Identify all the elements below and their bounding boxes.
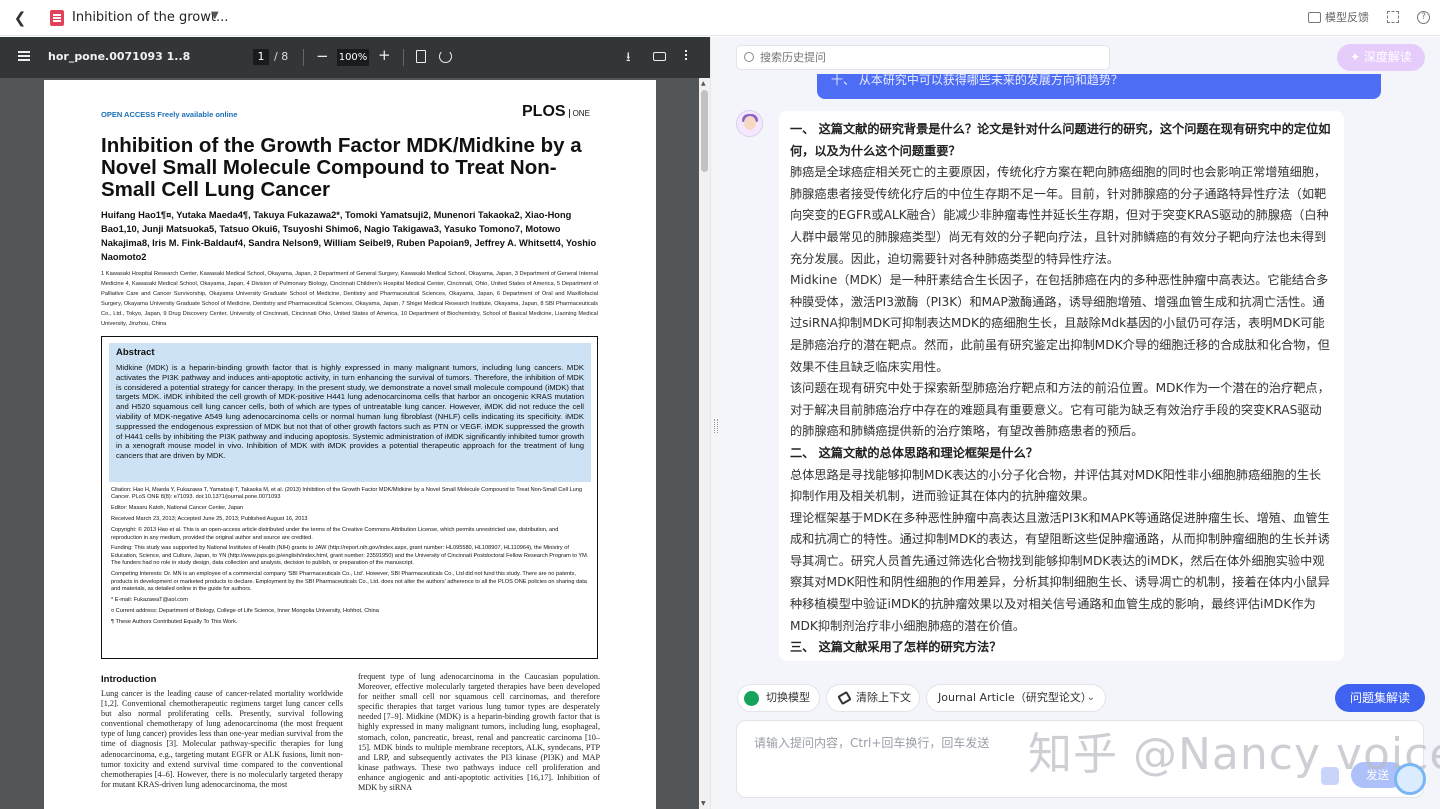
clear-context-button[interactable]: 清除上下文	[826, 684, 920, 712]
journal-logo: PLOS ONE	[522, 103, 590, 121]
scrollbar-thumb[interactable]	[701, 90, 708, 172]
feedback-label: 模型反馈	[1325, 11, 1369, 24]
funding-text: Funding: This study was supported by Nat…	[111, 545, 589, 567]
answer-paragraph: 理论框架基于MDK在多种恶性肿瘤中高表达且激活PI3K和MAPK等通路促进肿瘤生…	[790, 510, 1330, 633]
answer-heading: 二、 这篇文献的总体思路和理论框架是什么？	[790, 445, 1038, 460]
deep-analysis-button[interactable]: ✦ 深度解读	[1337, 44, 1425, 71]
menu-icon[interactable]	[18, 51, 30, 53]
more-options-icon[interactable]	[685, 50, 687, 52]
zoom-level-input[interactable]: 100%	[337, 49, 369, 66]
email-text: * E-mail: FukazawaT@aol.com	[111, 596, 188, 603]
page-number-input[interactable]: 1	[253, 49, 269, 65]
copyright-text: Copyright: © 2013 Hao et al. This is an …	[111, 527, 559, 541]
introduction-column-right: frequent type of lung adenocarcinoma in …	[358, 672, 600, 793]
assistant-avatar	[736, 110, 763, 137]
question-set-button[interactable]: 问题集解读	[1335, 684, 1425, 712]
model-switch-icon	[744, 691, 759, 706]
switch-model-label: 切换模型	[766, 691, 810, 704]
search-icon	[744, 52, 754, 62]
competing-text: Competing Interests: Dr. MN is an employ…	[111, 571, 587, 592]
abstract-box: Abstract Midkine (MDK) is a heparin-bind…	[101, 336, 598, 659]
assistant-float-icon[interactable]	[1394, 763, 1426, 795]
fit-page-icon[interactable]	[416, 50, 426, 63]
answer-paragraph: 肺癌是全球癌症相关死亡的主要原因，传统化疗方案在靶向肺癌细胞的同时也会影响正常增…	[790, 165, 1329, 266]
zoom-in-button[interactable]: +	[378, 46, 391, 64]
editor-text: Editor: Masaru Katoh, National Cancer Ce…	[111, 505, 244, 512]
scroll-up-icon[interactable]: ▲	[701, 80, 706, 87]
paper-affiliations: 1 Kawasaki Hospital Research Center, Kaw…	[101, 271, 598, 327]
zoom-out-button[interactable]: −	[316, 47, 329, 65]
introduction-column-left: Lung cancer is the leading cause of canc…	[101, 689, 343, 789]
answer-paragraph: 该问题在现有研究中处于探索新型肺癌治疗靶点和方法的前沿位置。MDK作为一个潜在的…	[790, 381, 1330, 439]
download-icon[interactable]: ⭳	[626, 48, 631, 70]
journal-sub: ONE	[568, 109, 590, 118]
answer-paragraph: 总体思路是寻找能够抑制MDK表达的小分子化合物，并评估其对MDK阳性非小细胞肺癌…	[790, 467, 1322, 504]
assistant-answer: 一、 这篇文献的研究背景是什么？论文是针对什么问题进行的研究，这个问题在现有研究…	[779, 111, 1344, 661]
dates-text: Received March 23, 2013; Accepted June 2…	[111, 516, 308, 523]
history-search[interactable]	[736, 45, 1110, 70]
pdf-page: OPEN ACCESS Freely available online PLOS…	[44, 80, 656, 809]
article-type-value: Journal Article（研究型论文）	[938, 691, 1092, 704]
ai-chat-panel: ✦ 深度解读 十、 从本研究中可以获得哪些未来的发展方向和趋势？ 一、 这篇文献…	[720, 37, 1440, 809]
citation-block: Citation: Hao H, Maeda Y, Fukazawa T, Ya…	[111, 487, 591, 630]
print-icon[interactable]	[653, 52, 666, 61]
abstract-heading: Abstract	[116, 347, 155, 358]
clear-context-label: 清除上下文	[856, 691, 911, 704]
fullscreen-icon[interactable]	[1387, 11, 1399, 23]
drag-grip-icon[interactable]	[714, 419, 718, 433]
abstract-panel: Abstract Midkine (MDK) is a heparin-bind…	[109, 343, 591, 482]
pdf-viewer[interactable]: OPEN ACCESS Freely available online PLOS…	[0, 78, 710, 809]
abstract-text: Midkine (MDK) is a heparin-binding growt…	[116, 363, 584, 461]
current-address-text: ¤ Current address: Department of Biology…	[111, 607, 379, 614]
watermark-text: 知乎 @Nancy voice	[1028, 729, 1440, 780]
panel-resize-handle[interactable]	[710, 37, 720, 809]
open-access-label: OPEN ACCESS Freely available online	[101, 110, 238, 119]
feedback-button[interactable]: 模型反馈	[1308, 9, 1369, 25]
chevron-down-icon: ⌄	[1086, 692, 1095, 703]
pdf-file-name: hor_pone.0071093 1..8	[48, 50, 191, 63]
history-search-input[interactable]	[760, 49, 1100, 66]
feedback-icon	[1308, 11, 1321, 23]
chevron-down-icon[interactable]: ▼	[211, 10, 219, 21]
answer-heading: 三、 这篇文献采用了怎样的研究方法？	[790, 640, 1002, 655]
pdf-scrollbar[interactable]: ▲ ▼	[699, 78, 710, 809]
toolbar-divider	[403, 49, 404, 66]
chat-tools-row: 切换模型 清除上下文 Journal Article（研究型论文） ⌄ 问题集解…	[720, 684, 1440, 714]
toolbar-divider	[303, 49, 304, 66]
introduction-heading: Introduction	[101, 674, 157, 685]
pdf-file-icon	[50, 10, 64, 26]
document-tab-title[interactable]: Inhibition of the growt...	[72, 10, 228, 25]
paper-authors: Huifang Hao1¶¤, Yutaka Maeda4¶, Takuya F…	[101, 210, 597, 262]
user-question-bubble: 十、 从本研究中可以获得哪些未来的发展方向和趋势？	[817, 74, 1381, 99]
rotate-icon[interactable]	[439, 50, 452, 63]
topbar-actions: 模型反馈 ?	[1308, 9, 1430, 25]
equal-contribution-text: ¶ These Authors Contributed Equally To T…	[111, 618, 238, 625]
article-type-select[interactable]: Journal Article（研究型论文） ⌄	[926, 684, 1106, 712]
eraser-icon	[837, 690, 852, 706]
journal-name: PLOS	[522, 103, 566, 120]
switch-model-button[interactable]: 切换模型	[737, 684, 820, 712]
citation-text: Citation: Hao H, Maeda Y, Fukazawa T, Ya…	[111, 487, 582, 501]
scroll-down-icon[interactable]: ▼	[701, 800, 706, 807]
pdf-toolbar: hor_pone.0071093 1..8 1 / 8 − 100% + ⭳	[0, 37, 710, 78]
page-total: / 8	[274, 50, 289, 63]
answer-paragraph: Midkine（MDK）是一种肝素结合生长因子，在包括肺癌在内的多种恶性肿瘤中高…	[790, 273, 1330, 374]
back-arrow-icon[interactable]: ❮	[10, 8, 30, 28]
help-icon[interactable]: ?	[1417, 10, 1430, 24]
answer-heading: 一、 这篇文献的研究背景是什么？论文是针对什么问题进行的研究，这个问题在现有研究…	[790, 122, 1331, 158]
paper-title: Inhibition of the Growth Factor MDK/Midk…	[101, 134, 582, 201]
app-topbar: ❮ Inhibition of the growt... ▼ 模型反馈 ?	[0, 0, 1440, 36]
